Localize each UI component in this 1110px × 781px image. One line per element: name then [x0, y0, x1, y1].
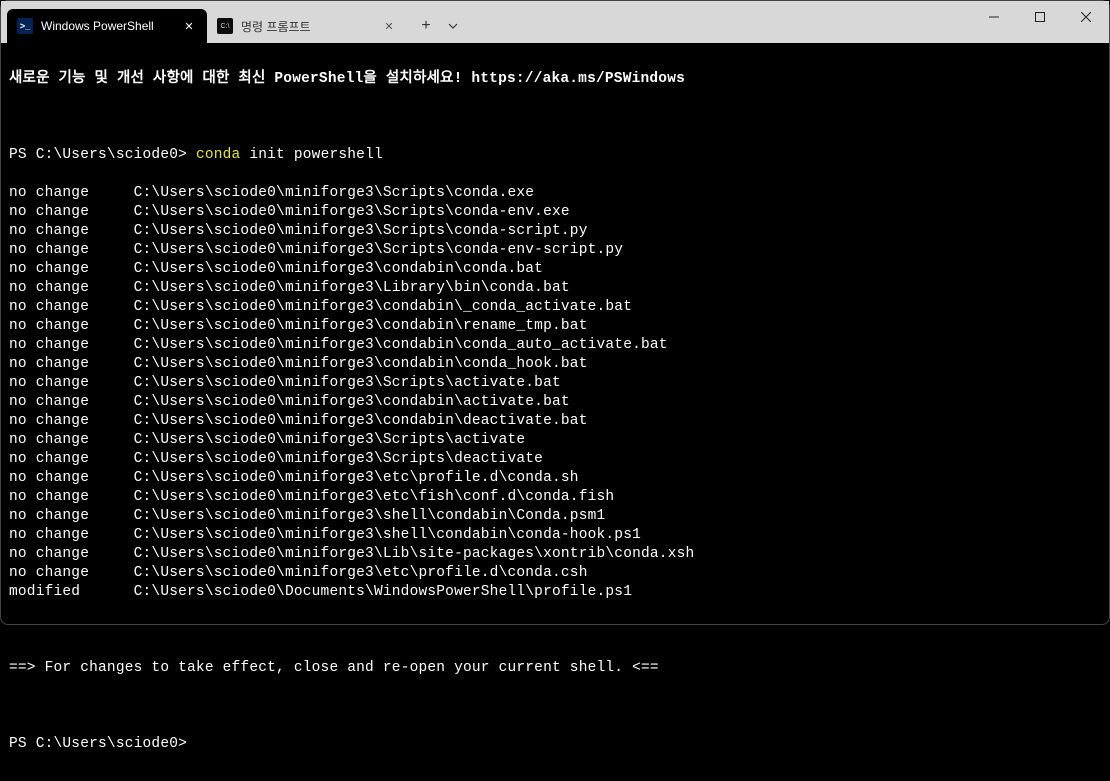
- maximize-button[interactable]: [1017, 1, 1063, 33]
- output-line: no change C:\Users\sciode0\miniforge3\sh…: [9, 526, 1101, 545]
- output-line: no change C:\Users\sciode0\miniforge3\co…: [9, 317, 1101, 336]
- prompt-line: PS C:\Users\sciode0> conda init powershe…: [9, 146, 1101, 165]
- output-line: no change C:\Users\sciode0\miniforge3\Sc…: [9, 184, 1101, 203]
- output-line: no change C:\Users\sciode0\miniforge3\co…: [9, 393, 1101, 412]
- blank-line: [9, 621, 1101, 640]
- blank-line: [9, 697, 1101, 716]
- output-line: no change C:\Users\sciode0\miniforge3\Sc…: [9, 203, 1101, 222]
- close-icon[interactable]: ✕: [181, 18, 197, 34]
- output-line: no change C:\Users\sciode0\miniforge3\Sc…: [9, 450, 1101, 469]
- powershell-icon: >_: [17, 18, 33, 34]
- output-line: no change C:\Users\sciode0\miniforge3\Li…: [9, 279, 1101, 298]
- tab-powershell[interactable]: >_ Windows PowerShell ✕: [7, 9, 207, 43]
- titlebar: >_ Windows PowerShell ✕ C:\ 명령 프롬프트 ✕ +: [1, 1, 1109, 43]
- banner-message: 새로운 기능 및 개선 사항에 대한 최신 PowerShell을 설치하세요!…: [9, 70, 1101, 89]
- tab-title: 명령 프롬프트: [241, 18, 373, 35]
- output-line: no change C:\Users\sciode0\miniforge3\co…: [9, 336, 1101, 355]
- tab-title: Windows PowerShell: [41, 19, 173, 33]
- command-output: no change C:\Users\sciode0\miniforge3\Sc…: [9, 184, 1101, 602]
- terminal-content[interactable]: 새로운 기능 및 개선 사항에 대한 최신 PowerShell을 설치하세요!…: [1, 43, 1109, 781]
- prompt: PS C:\Users\sciode0>: [9, 147, 196, 163]
- output-line: no change C:\Users\sciode0\miniforge3\Li…: [9, 545, 1101, 564]
- window-controls: [971, 1, 1109, 33]
- command-args: init powershell: [240, 147, 382, 163]
- cmd-icon: C:\: [217, 18, 233, 34]
- output-line: no change C:\Users\sciode0\miniforge3\co…: [9, 298, 1101, 317]
- output-line: no change C:\Users\sciode0\miniforge3\Sc…: [9, 222, 1101, 241]
- output-line: no change C:\Users\sciode0\miniforge3\et…: [9, 469, 1101, 488]
- output-line: modified C:\Users\sciode0\Documents\Wind…: [9, 583, 1101, 602]
- output-line: no change C:\Users\sciode0\miniforge3\co…: [9, 260, 1101, 279]
- command-name: conda: [196, 147, 241, 163]
- tab-strip: >_ Windows PowerShell ✕ C:\ 명령 프롬프트 ✕ +: [1, 1, 465, 43]
- output-line: no change C:\Users\sciode0\miniforge3\co…: [9, 412, 1101, 431]
- tab-dropdown-button[interactable]: [441, 9, 465, 43]
- output-line: no change C:\Users\sciode0\miniforge3\et…: [9, 488, 1101, 507]
- output-line: no change C:\Users\sciode0\miniforge3\sh…: [9, 507, 1101, 526]
- output-line: no change C:\Users\sciode0\miniforge3\co…: [9, 355, 1101, 374]
- footer-message: ==> For changes to take effect, close an…: [9, 659, 1101, 678]
- close-icon[interactable]: ✕: [381, 18, 397, 34]
- close-window-button[interactable]: [1063, 1, 1109, 33]
- blank-line: [9, 108, 1101, 127]
- output-line: no change C:\Users\sciode0\miniforge3\Sc…: [9, 374, 1101, 393]
- output-line: no change C:\Users\sciode0\miniforge3\Sc…: [9, 431, 1101, 450]
- prompt: PS C:\Users\sciode0>: [9, 735, 1101, 754]
- output-line: no change C:\Users\sciode0\miniforge3\Sc…: [9, 241, 1101, 260]
- output-line: no change C:\Users\sciode0\miniforge3\et…: [9, 564, 1101, 583]
- new-tab-button[interactable]: +: [411, 9, 441, 43]
- tab-cmd[interactable]: C:\ 명령 프롬프트 ✕: [207, 9, 407, 43]
- minimize-button[interactable]: [971, 1, 1017, 33]
